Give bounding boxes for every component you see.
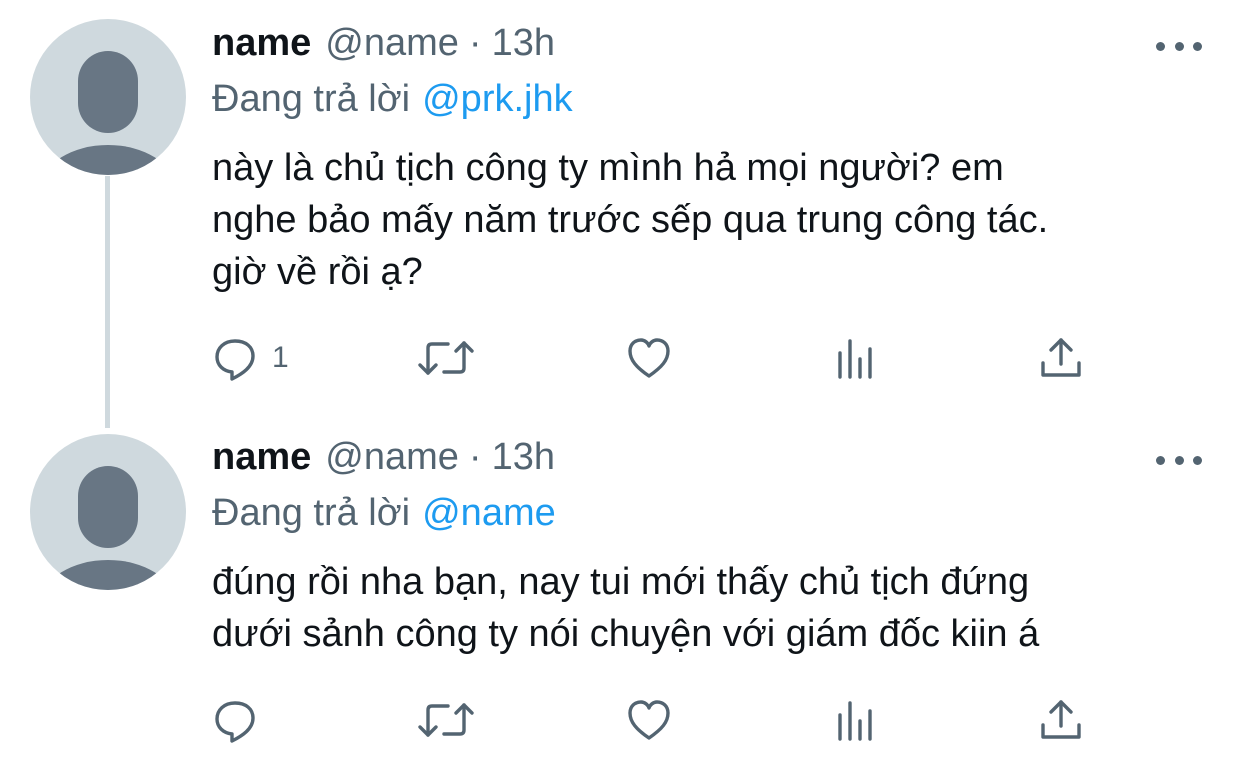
user-handle[interactable]: @name	[325, 436, 459, 479]
timestamp[interactable]: 13h	[492, 436, 555, 479]
action-bar: 1	[212, 330, 1112, 386]
like-button[interactable]	[626, 330, 672, 386]
share-button[interactable]	[1038, 330, 1084, 386]
like-button[interactable]	[626, 692, 672, 748]
mention-link[interactable]: @prk.jhk	[422, 78, 573, 120]
tweet-text-line: đúng rồi nha bạn, nay tui mới thấy chủ t…	[212, 561, 1030, 603]
replying-to: Đang trả lời @prk.jhk	[212, 78, 573, 121]
reply-button[interactable]: 1	[212, 330, 289, 386]
three-dots-icon	[1156, 455, 1165, 465]
three-dots-icon	[1156, 41, 1165, 51]
speech-bubble-icon	[215, 339, 255, 381]
avatar[interactable]	[30, 19, 186, 175]
share-button[interactable]	[1038, 692, 1084, 748]
user-handle[interactable]: @name	[325, 22, 459, 65]
mention-link[interactable]: @name	[422, 492, 556, 534]
retweet-button[interactable]	[416, 692, 476, 748]
retweet-button[interactable]	[416, 330, 476, 386]
speech-bubble-icon	[215, 701, 255, 743]
tweet-text-line: nghe bảo mấy năm trước sếp qua trung côn…	[212, 199, 1049, 241]
retweet-arrows-icon	[418, 341, 474, 375]
tweet-text-line: giờ về rồi ạ?	[212, 251, 423, 293]
tweet-text: đúng rồi nha bạn, nay tui mới thấy chủ t…	[212, 556, 1212, 660]
upload-arrow-icon	[1041, 338, 1081, 377]
replying-to-label: Đang trả lời	[212, 78, 411, 120]
upload-arrow-icon	[1041, 700, 1081, 739]
heart-outline-icon	[628, 700, 670, 740]
tweet-header: name @name · 13h	[212, 436, 555, 486]
heart-outline-icon	[628, 338, 670, 378]
more-options-button[interactable]	[1156, 450, 1202, 470]
tweet-2[interactable]: name @name · 13h Đang trả lời @name đúng …	[0, 420, 1242, 761]
timestamp[interactable]: 13h	[492, 22, 555, 65]
default-user-silhouette-icon	[44, 466, 172, 590]
thread-connector-line	[105, 176, 110, 428]
display-name[interactable]: name	[212, 22, 311, 65]
replying-to-label: Đang trả lời	[212, 492, 411, 534]
tweet-text-line: này là chủ tịch công ty mình hả mọi ngườ…	[212, 147, 1004, 189]
action-bar	[212, 692, 1112, 748]
separator: ·	[468, 436, 482, 478]
tweet-text: này là chủ tịch công ty mình hả mọi ngườ…	[212, 142, 1212, 298]
more-options-button[interactable]	[1156, 36, 1202, 56]
tweet-header: name @name · 13h	[212, 22, 555, 72]
bar-chart-icon	[838, 701, 872, 741]
separator: ·	[468, 22, 482, 64]
views-button[interactable]	[832, 330, 878, 386]
replying-to: Đang trả lời @name	[212, 492, 556, 535]
tweet-1[interactable]: name @name · 13h Đang trả lời @prk.jhk nà…	[0, 0, 1242, 420]
tweet-text-line: dưới sảnh công ty nói chuyện với giám đố…	[212, 613, 1040, 655]
bar-chart-icon	[838, 339, 872, 379]
default-user-silhouette-icon	[44, 51, 172, 175]
reply-count: 1	[272, 341, 289, 374]
avatar[interactable]	[30, 434, 186, 590]
display-name[interactable]: name	[212, 436, 311, 479]
reply-button[interactable]	[212, 692, 258, 748]
retweet-arrows-icon	[418, 703, 474, 737]
views-button[interactable]	[832, 692, 878, 748]
